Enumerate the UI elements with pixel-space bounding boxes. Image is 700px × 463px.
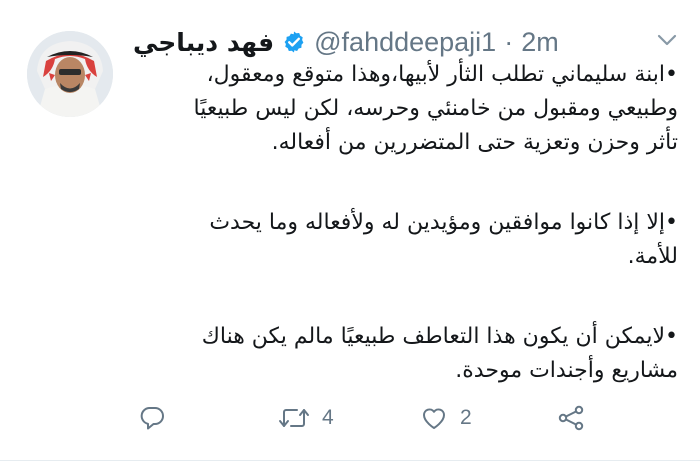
verified-badge-icon (282, 30, 306, 54)
tweet-line: للأمة. (627, 244, 678, 269)
like-button[interactable]: 2 (420, 402, 472, 434)
action-bar: 4 2 (0, 398, 700, 438)
tweet-paragraph: •إلا إذا كانوا موافقين ومؤيدين له ولأفعا… (0, 206, 678, 274)
share-icon (556, 404, 586, 432)
tweet-header: فهد ديباجي @fahddeepaji1 · 2m (133, 22, 559, 62)
retweet-icon (278, 404, 310, 432)
retweet-count: 4 (322, 406, 334, 429)
tweet-line: وطبيعي ومقبول من خامنئي وحرسه، لكن ليس ط… (193, 96, 679, 121)
tweet-card[interactable]: فهد ديباجي @fahddeepaji1 · 2m •ابنة سليم… (0, 0, 700, 463)
chevron-down-icon[interactable] (656, 32, 678, 48)
tweet-line: مشاريع وأجندات موحدة. (455, 358, 678, 383)
like-icon (420, 404, 448, 432)
retweet-button[interactable]: 4 (278, 402, 334, 434)
display-name[interactable]: فهد ديباجي (133, 28, 274, 57)
like-count: 2 (460, 406, 472, 429)
tweet-text: •ابنة سليماني تطلب الثأر لأبيها،وهذا متو… (0, 58, 679, 388)
timestamp[interactable]: 2m (521, 27, 559, 58)
reply-icon (138, 404, 166, 432)
reply-button[interactable] (138, 402, 178, 434)
tweet-paragraph: •لايمكن أن يكون هذا التعاطف طبيعيًا مالم… (0, 320, 678, 388)
share-button[interactable] (556, 402, 586, 434)
tweet-line: •لايمكن أن يكون هذا التعاطف طبيعيًا مالم… (201, 324, 678, 349)
tweet-line: •إلا إذا كانوا موافقين ومؤيدين له ولأفعا… (209, 210, 678, 235)
tweet-line: •ابنة سليماني تطلب الثأر لأبيها،وهذا متو… (206, 62, 678, 87)
user-handle[interactable]: @fahddeepaji1 (314, 27, 496, 58)
tweet-paragraph: •ابنة سليماني تطلب الثأر لأبيها،وهذا متو… (0, 58, 679, 160)
separator-dot: · (504, 26, 514, 57)
bottom-divider (0, 460, 700, 461)
tweet-line: تأثر وحزن وتعزية حتى المتضررين من أفعاله… (271, 130, 678, 155)
